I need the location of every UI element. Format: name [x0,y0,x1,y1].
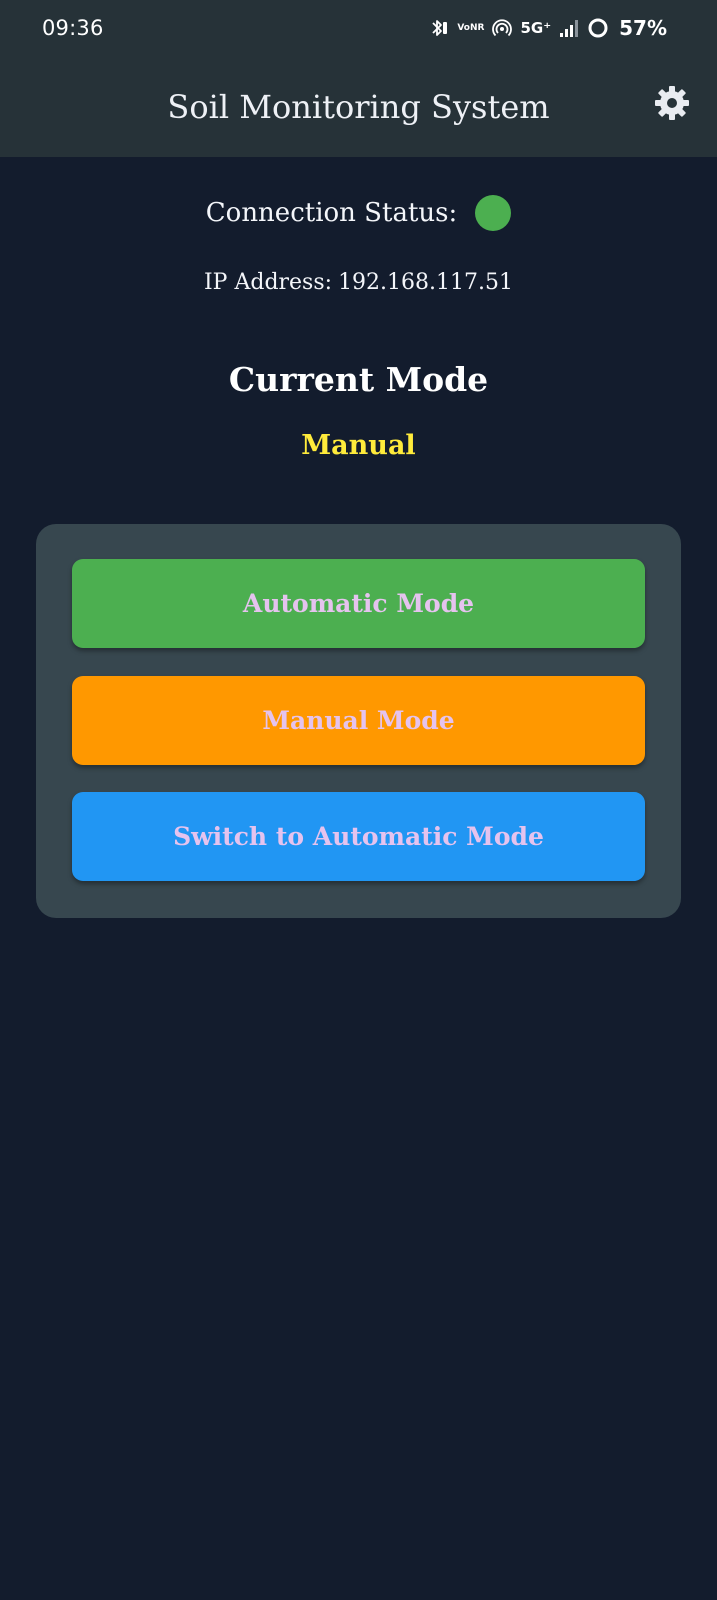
battery-percentage: 57% [619,16,667,40]
automatic-mode-button[interactable]: Automatic Mode [72,559,645,648]
signal-icon [559,19,579,37]
status-time: 09:36 [42,16,104,40]
ip-address-line: IP Address: 192.168.117.51 [0,270,717,295]
current-mode-heading: Current Mode [228,360,489,399]
battery-icon [587,17,609,39]
connection-status-label: Connection Status: [205,198,458,228]
ip-address-value: 192.168.117.51 [338,270,514,295]
bluetooth-icon [429,17,449,39]
volte-icon: Vo NR [457,22,485,33]
current-mode-value: Manual [301,430,416,461]
settings-button[interactable] [653,86,691,124]
switch-to-automatic-button[interactable]: Switch to Automatic Mode [72,792,645,881]
status-bar: 09:36 Vo NR 5G⁺ 57% [0,0,717,56]
top-app-bar: 09:36 Vo NR 5G⁺ 57% Soil Monitoring Syst… [0,0,717,157]
connection-status-row: Connection Status: [0,195,717,231]
network-type-label: 5G⁺ [520,19,552,37]
gear-icon [654,85,690,125]
connection-status-indicator [475,195,512,231]
app-header: Soil Monitoring System [0,60,717,157]
mode-control-panel: Automatic Mode Manual Mode Switch to Aut… [36,524,681,918]
volte-bottom-label: NR [469,22,485,33]
hotspot-icon [492,18,513,38]
volte-top-label: Vo [457,22,470,33]
status-icons: Vo NR 5G⁺ 57% [429,14,667,42]
app-title: Soil Monitoring System [167,88,550,126]
manual-mode-button[interactable]: Manual Mode [72,676,645,765]
ip-address-label: IP Address: [203,270,333,295]
